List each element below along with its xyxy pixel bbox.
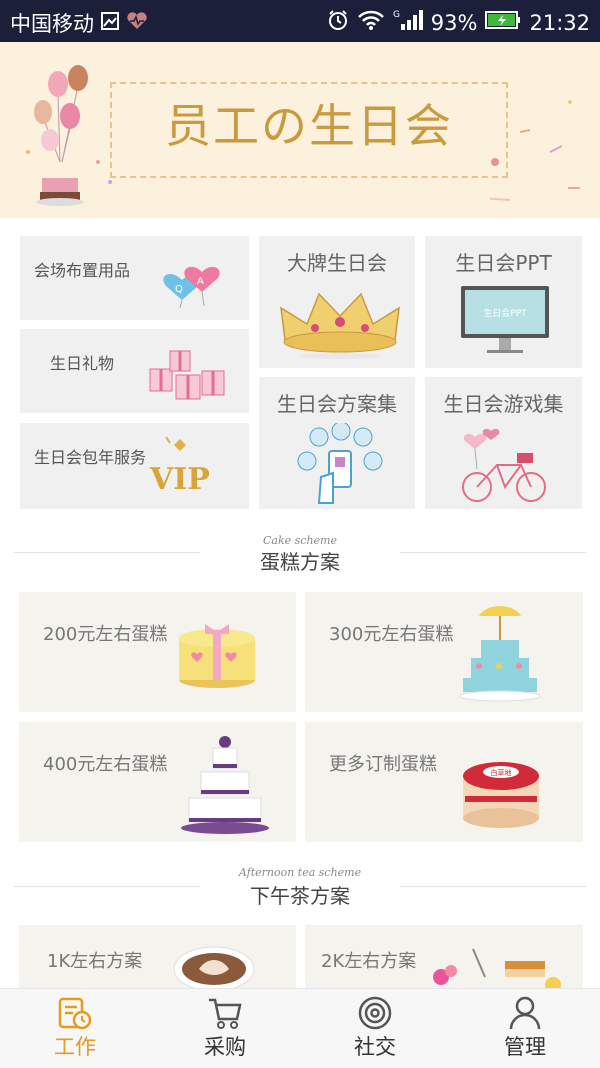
crown-icon [280,292,400,359]
tea-card-label: 2K左右方案 [321,951,417,972]
alarm-icon [327,9,349,36]
balloon-letter-a: A [197,276,204,287]
monitor-icon: 生日会PPT [461,286,549,353]
signal-type-label: G [393,10,400,20]
big-brand-card[interactable]: 大牌生日会 [259,236,415,368]
birthday-banner[interactable]: 员工の生日会 [0,42,600,218]
venue-supplies-label: 会场布置用品 [34,261,131,280]
cake-card-label: 300元左右蛋糕 [329,624,454,645]
tab-manage-label: 管理 [504,1035,546,1059]
cake-brand-text: 白草地 [491,768,512,777]
birthday-plans-card[interactable]: 生日会方案集 [259,377,415,509]
target-icon [358,996,392,1030]
carrier-label: 中国移动 [10,12,94,36]
cake-section-title: 蛋糕方案 [200,546,400,575]
venue-supplies-card[interactable]: 会场布置用品 Q A [20,236,249,320]
cake-card-200[interactable]: 200元左右蛋糕 [19,592,296,712]
birthday-gift-label: 生日礼物 [50,354,115,373]
annual-service-card[interactable]: 生日会包年服务 VIP [20,423,249,509]
heart-cake-icon [179,624,255,688]
birthday-games-label: 生日会游戏集 [443,392,564,416]
birthday-games-card[interactable]: 生日会游戏集 [425,377,582,509]
birthday-plans-label: 生日会方案集 [277,392,397,416]
birthday-ppt-label: 生日会PPT [455,251,552,275]
vip-text: VIP [149,462,210,497]
tea-section-script: Afternoon tea scheme [238,866,362,879]
person-icon [509,996,541,1030]
cell-signal-icon: G [393,8,423,37]
gift-boxes-icon [149,350,225,400]
tab-manage[interactable]: 管理 [450,989,600,1068]
phone-apps-icon [297,423,383,504]
cake-card-label: 400元左右蛋糕 [43,754,168,775]
bicycle-icon [462,428,546,502]
cake-card-300[interactable]: 300元左右蛋糕 [305,592,583,712]
big-brand-label: 大牌生日会 [287,251,387,275]
bottom-tab-bar: 工作 采购 社交 管理 [0,988,600,1068]
cake-card-custom[interactable]: 更多订制蛋糕 白草地 [305,722,583,842]
vip-badge-icon: VIP [149,436,210,497]
battery-charging-icon [485,10,521,35]
birthday-gift-card[interactable]: 生日礼物 [20,329,249,413]
tea-section-title: 下午茶方案 [200,880,400,909]
health-heart-icon [126,11,148,36]
tiered-cake-icon [181,736,269,834]
monitor-screen-text: 生日会PPT [483,307,527,319]
wifi-icon [357,9,385,36]
clock-time: 21:32 [529,10,590,35]
cake-card-label: 200元左右蛋糕 [43,624,168,645]
tea-card-2k[interactable]: 2K左右方案 [305,925,583,989]
annual-service-label: 生日会包年服务 [34,448,147,467]
battery-percent: 93% [430,10,478,35]
status-bar: 中国移动 G 93% 21:32 [0,0,600,42]
cake-card-label: 更多订制蛋糕 [329,754,437,775]
clipboard-clock-icon [58,997,92,1030]
birthday-ppt-card[interactable]: 生日会PPT 生日会PPT [425,236,582,368]
tab-social-label: 社交 [354,1035,396,1059]
image-icon [100,11,120,36]
heart-balloons-icon: Q A [163,266,220,309]
tab-social[interactable]: 社交 [300,989,450,1068]
latte-art-icon [173,946,255,989]
cake-card-400[interactable]: 400元左右蛋糕 [19,722,296,842]
red-velvet-cake-icon: 白草地 [463,762,539,828]
tab-work[interactable]: 工作 [0,989,150,1068]
tea-card-label: 1K左右方案 [47,951,143,972]
tab-purchase[interactable]: 采购 [150,989,300,1068]
shopping-cart-icon [209,998,242,1029]
banner-title: 员工の生日会 [165,99,453,153]
confetti-decoration [490,100,580,201]
umbrella-cake-icon [459,606,541,702]
tea-card-1k[interactable]: 1K左右方案 [19,925,296,989]
tab-purchase-label: 采购 [204,1035,246,1059]
tab-work-label: 工作 [54,1035,96,1059]
dessert-platter-icon [433,948,561,989]
balloon-letter-q: Q [175,284,183,295]
